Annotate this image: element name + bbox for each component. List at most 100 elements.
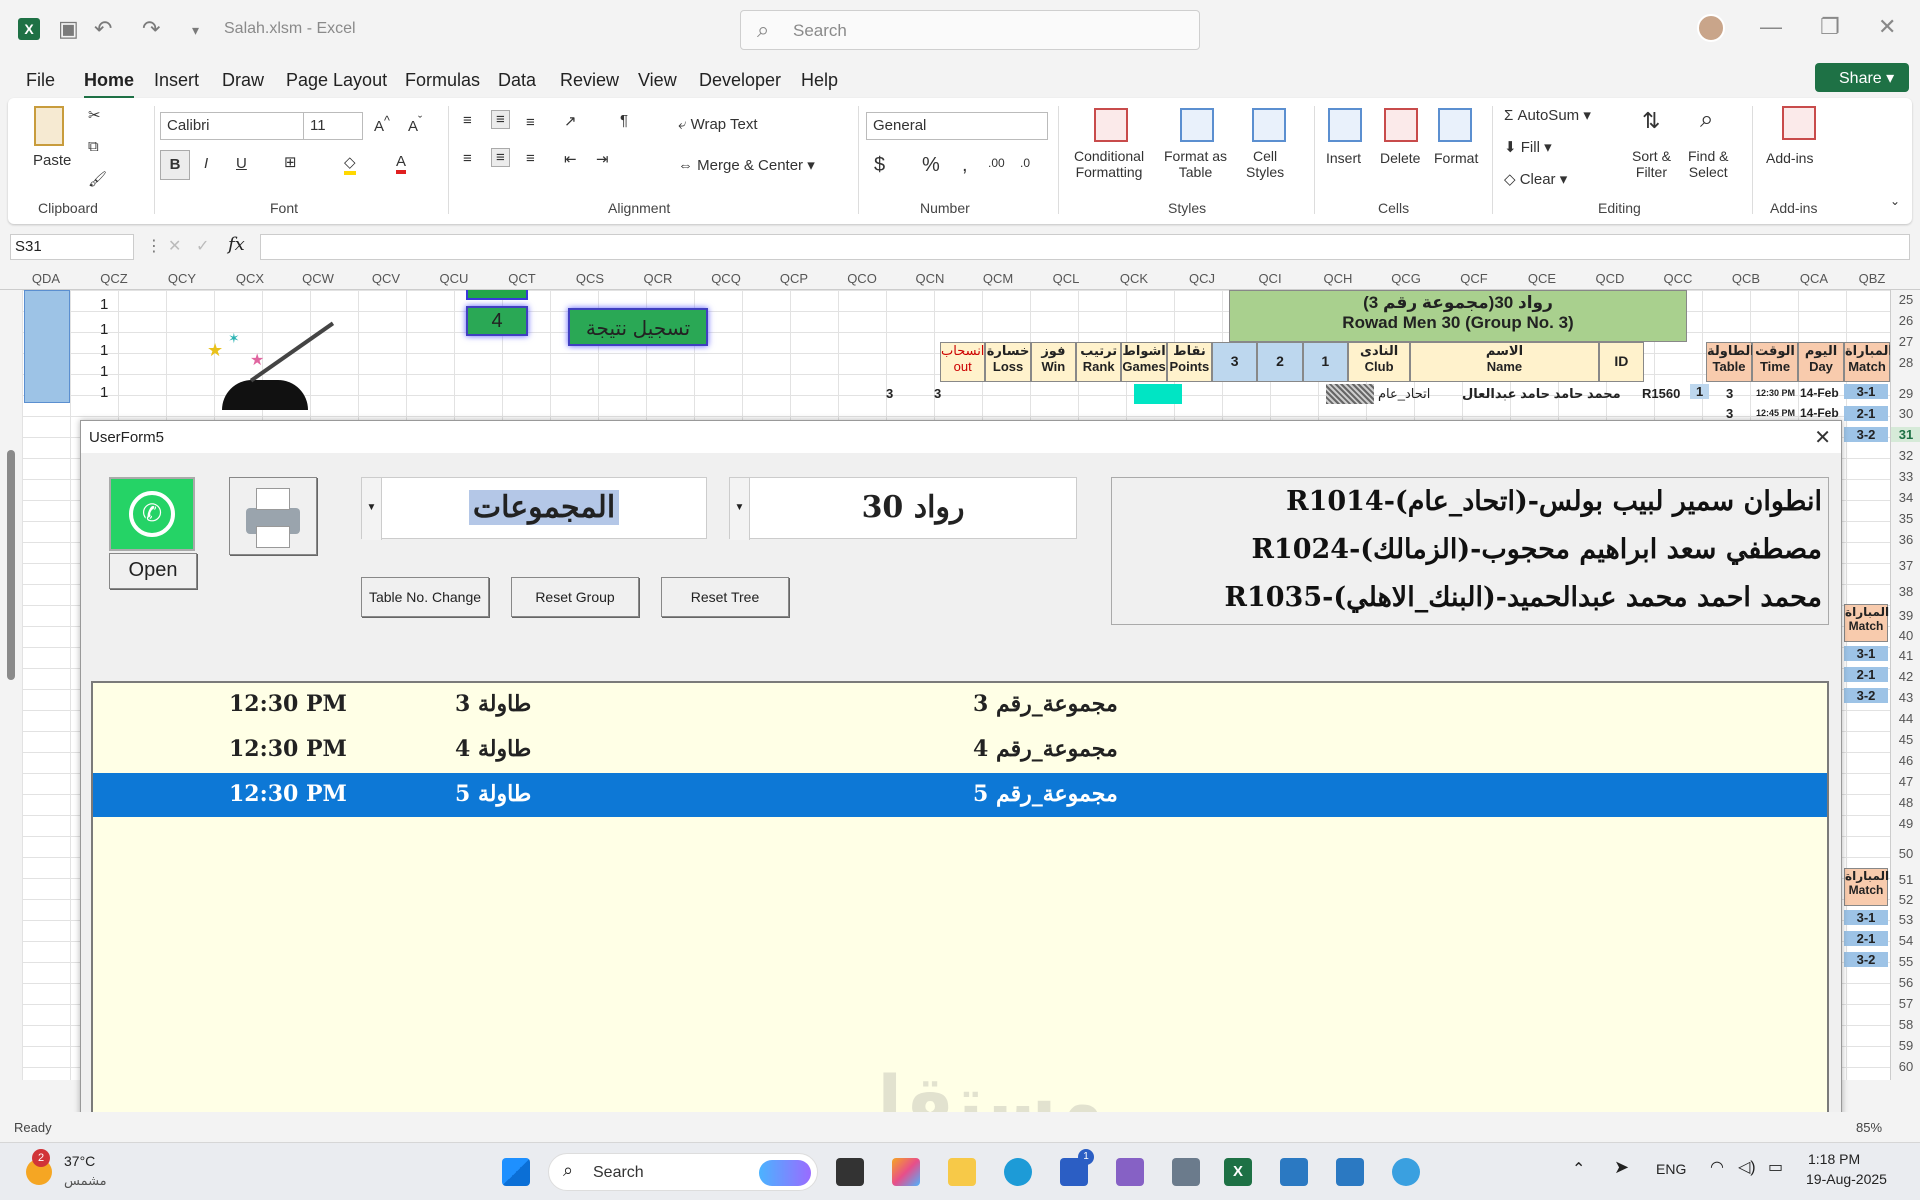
decrease-decimal-icon[interactable]: .0 [1020,156,1030,170]
align-bottom-icon[interactable]: ≡ [526,114,535,131]
menu-draw[interactable]: Draw [222,70,264,91]
format-as-table-icon[interactable] [1180,108,1214,142]
text-direction-icon[interactable]: ¶ [620,112,628,129]
row-header[interactable]: 36 [1891,532,1920,547]
row-header[interactable]: 60 [1891,1059,1920,1074]
dropdown-arrow-icon[interactable]: ▼ [362,478,382,540]
row-header[interactable]: 28 [1891,355,1920,370]
name-box[interactable]: S31 [10,234,134,260]
row-header[interactable]: 55 [1891,954,1920,969]
sort-filter-icon[interactable]: ⇅ [1642,108,1660,134]
row-header[interactable]: 53 [1891,912,1920,927]
list-item[interactable]: 12:30 PM طاولة 3 مجموعة_رقم 3 [93,683,1827,727]
groups-combobox[interactable]: ▼ المجموعات [361,477,707,540]
align-left-icon[interactable]: ≡ [463,150,472,167]
autosum-button[interactable]: Σ AutoSum ▾ [1504,106,1591,124]
col-header[interactable]: QCW [288,271,348,286]
row-header[interactable]: 49 [1891,816,1920,831]
category-combobox[interactable]: ▼ رواد 30 [729,477,1077,540]
number-format-select[interactable]: General [866,112,1048,140]
align-right-icon[interactable]: ≡ [526,150,535,167]
align-middle-icon[interactable]: ≡ [491,110,510,129]
copilot-icon[interactable] [892,1158,920,1186]
find-select-icon[interactable]: ⌕ [1700,106,1713,134]
format-painter-icon[interactable]: 🖌 [88,170,107,188]
col-header[interactable]: QCR [628,271,688,286]
col-header[interactable]: QCO [832,271,892,286]
italic-icon[interactable]: I [204,155,208,172]
row-header[interactable]: 44 [1891,711,1920,726]
undo-icon[interactable]: ↶ [94,16,112,42]
col-header[interactable]: QCJ [1172,271,1232,286]
row-header[interactable]: 45 [1891,732,1920,747]
row-header[interactable]: 30 [1891,406,1920,421]
increase-decimal-icon[interactable]: .00 [988,156,1005,170]
row-header-selected[interactable]: 31 [1891,427,1920,442]
delete-cells-icon[interactable] [1384,108,1418,142]
save-icon[interactable]: ▣ [58,16,79,42]
menu-help[interactable]: Help [801,70,838,91]
borders-icon[interactable]: ⊞ [284,153,297,171]
col-header[interactable]: QCP [764,271,824,286]
cut-icon[interactable]: ✂ [88,106,101,124]
zoom-level[interactable]: 85% [1856,1120,1882,1135]
percent-icon[interactable]: % [922,154,940,177]
row-header[interactable]: 57 [1891,996,1920,1011]
wrap-text-button[interactable]: ⤶ Wrap Text [678,116,758,133]
edge-icon[interactable] [1004,1158,1032,1186]
align-center-icon[interactable]: ≡ [491,148,510,167]
col-header[interactable]: QBZ [1852,271,1892,286]
more-options-icon[interactable]: ⋮ [146,236,162,256]
col-header[interactable]: QCC [1648,271,1708,286]
col-header[interactable]: QCG [1376,271,1436,286]
col-header[interactable]: QCK [1104,271,1164,286]
network-app-icon[interactable] [1392,1158,1420,1186]
powershell-icon[interactable] [1280,1158,1308,1186]
reset-tree-button[interactable]: Reset Tree [661,577,789,617]
send-icon[interactable]: ➤ [1614,1157,1629,1178]
menu-insert[interactable]: Insert [154,70,199,91]
close-icon[interactable]: ✕ [1814,425,1831,450]
merge-center-button[interactable]: ⇔ Merge & Center ▾ [678,156,815,174]
insert-cells-icon[interactable] [1328,108,1362,142]
windows-start-icon[interactable] [502,1158,530,1186]
font-name-select[interactable]: Calibri [160,112,308,140]
underline-icon[interactable]: U [236,155,247,172]
visual-studio-icon[interactable] [1116,1158,1144,1186]
record-result-button[interactable]: تسجيل نتيجة [568,308,708,346]
insert-cells-label[interactable]: Insert [1326,150,1361,166]
row-header[interactable]: 40 [1891,628,1920,643]
decrease-font-icon[interactable]: Aˇ [408,114,422,135]
col-header[interactable]: QCU [424,271,484,286]
row-header[interactable]: 41 [1891,648,1920,663]
file-explorer-icon[interactable] [948,1158,976,1186]
reset-group-button[interactable]: Reset Group [511,577,639,617]
list-item[interactable]: 12:30 PM طاولة 4 مجموعة_رقم 4 [93,728,1827,772]
number-4-button[interactable]: 4 [466,306,528,336]
row-header[interactable]: 26 [1891,313,1920,328]
menu-page-layout[interactable]: Page Layout [286,70,387,91]
row-header[interactable]: 51 [1891,872,1920,887]
formula-input[interactable] [260,234,1910,260]
redo-icon[interactable]: ↷ [142,16,160,42]
left-scrollbar[interactable] [0,290,22,1080]
row-header[interactable]: 39 [1891,608,1920,623]
menu-developer[interactable]: Developer [699,70,781,91]
row-header[interactable]: 48 [1891,795,1920,810]
notepad-icon[interactable] [1336,1158,1364,1186]
row-header[interactable]: 25 [1891,292,1920,307]
calculator-icon[interactable] [1172,1158,1200,1186]
col-header[interactable]: QCA [1784,271,1844,286]
wifi-icon[interactable]: ◠ [1710,1157,1724,1177]
font-size-select[interactable]: 11 [303,112,363,140]
taskbar-search[interactable]: ⌕ Search [548,1153,818,1191]
align-top-icon[interactable]: ≡ [463,112,472,129]
col-header[interactable]: QCL [1036,271,1096,286]
col-header[interactable]: QCF [1444,271,1504,286]
cell-styles-icon[interactable] [1252,108,1286,142]
row-header[interactable]: 27 [1891,334,1920,349]
row-header[interactable]: 32 [1891,448,1920,463]
printer-button[interactable] [229,477,317,555]
conditional-formatting-label[interactable]: Conditional Formatting [1074,148,1144,180]
comma-icon[interactable]: , [962,154,968,177]
